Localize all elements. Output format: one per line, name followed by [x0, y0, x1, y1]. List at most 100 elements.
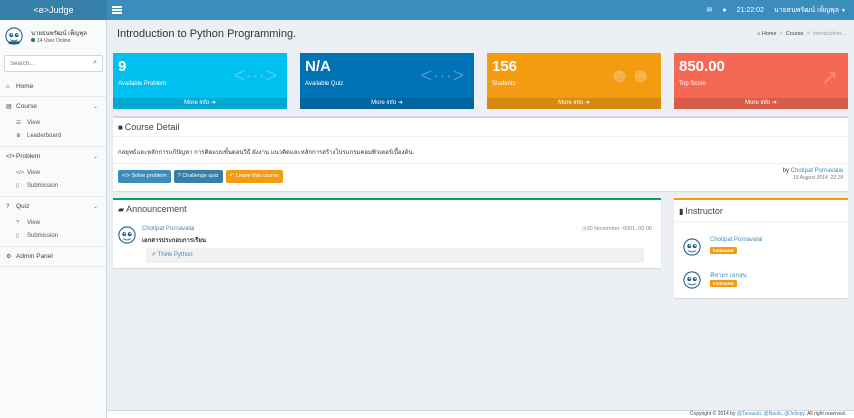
app-logo[interactable]: <e>Judge: [0, 0, 107, 20]
sidebar-item-label: Quiz: [16, 203, 30, 210]
course-detail-title: Course Detail: [124, 122, 180, 132]
sidebar-subitem-course-view[interactable]: ☰ View: [0, 117, 106, 130]
instructor-badge: Instructor: [710, 247, 738, 254]
code-icon: </>: [122, 173, 130, 179]
search-icon[interactable]: ⌕: [93, 59, 97, 67]
avatar: [118, 226, 136, 244]
breadcrumb: ⌂ Home > Course > Introduction...: [757, 31, 846, 37]
stat-tile-problems: 9 Available Problem <···> More info ➔: [113, 53, 287, 109]
tile-value: N/A: [305, 58, 331, 75]
file-icon: ▯: [16, 233, 20, 239]
announcement-author-link[interactable]: Chotipat Pornavalai: [142, 226, 194, 232]
breadcrumb-separator: >: [806, 31, 810, 37]
instructor-role: Instructor: [710, 247, 738, 254]
button-label: Leave this course: [235, 173, 279, 179]
course-date: 19 August 2014, 22:18: [792, 175, 843, 181]
sidebar-item-admin[interactable]: ⚙ Admin Panel: [0, 247, 106, 267]
sidebar-search: ⌕: [4, 55, 103, 72]
instructor-name-link[interactable]: Chotipat Pornavalai: [710, 237, 762, 243]
instructor-badge: Instructor: [710, 280, 738, 287]
sidebar-subitem-label: Leaderboard: [27, 133, 62, 139]
quiz-group: ? Quiz ⌄ ? View ▯ Submission: [0, 197, 106, 247]
more-info-link[interactable]: More info ➔: [300, 98, 474, 109]
sidebar-subitem-quiz-submission[interactable]: ▯ Submission: [0, 230, 106, 243]
sidebar-toggle-icon[interactable]: [112, 6, 122, 14]
sidebar-subitem-problem-submission[interactable]: ▯ Submission: [0, 180, 106, 193]
sidebar-item-quiz[interactable]: ? Quiz ⌄: [0, 197, 106, 217]
author-link[interactable]: @Jellopy: [784, 411, 804, 417]
instructor-header: ▮ Instructor: [679, 206, 723, 216]
sidebar-item-label: Course: [16, 103, 37, 110]
search-input[interactable]: [5, 56, 85, 71]
author-link[interactable]: @Tanasab: [737, 411, 761, 417]
list-icon: ☰: [16, 120, 21, 126]
sidebar-subitem-label: View: [27, 220, 40, 226]
sidebar-subitem-label: View: [27, 120, 40, 126]
divider: [113, 163, 848, 164]
by-prefix: by: [782, 168, 789, 174]
sidebar-subitem-leaderboard[interactable]: ♛ Leaderboard: [0, 130, 106, 143]
question-icon: ?: [6, 204, 10, 210]
course-author-link[interactable]: Chotipat Pornavalai: [791, 168, 843, 174]
file-icon: ▯: [16, 183, 20, 189]
chart-icon: ↗: [821, 67, 838, 89]
leave-course-button[interactable]: ↶ Leave this course: [225, 170, 283, 183]
top-navbar: ✉ ● 21:22:02 นายธนพรัฒน์ เพ็ญพุล ▼: [107, 0, 854, 20]
author-link[interactable]: @Naoki: [764, 411, 782, 417]
more-info-text: More info: [184, 100, 210, 106]
instructor-box: ▮ Instructor Chotipat Pornavalai Instruc…: [674, 198, 848, 298]
instructor-name-link[interactable]: พีชายร เอกสุน: [710, 270, 747, 280]
breadcrumb-separator: >: [779, 31, 783, 37]
book-icon: ▤: [6, 104, 12, 110]
stat-tile-quiz: N/A Available Quiz <···> More info ➔: [300, 53, 474, 109]
online-status: 14 User Online: [31, 38, 70, 44]
sidebar-user-name: นายธนพรัฒน์ เพ็ญพุล: [31, 31, 87, 37]
trophy-icon: ♛: [16, 133, 21, 139]
home-icon: ⌂: [756, 31, 761, 37]
tile-value: 850.00: [679, 58, 725, 75]
stat-tile-top-score: 850.00 Top Score ↗ More info ➔: [674, 53, 848, 109]
sidebar-item-home[interactable]: ⌂ Home: [0, 77, 106, 97]
code-icon: <···>: [233, 65, 277, 87]
online-dot-icon: [31, 38, 35, 42]
external-link-icon: ⇗: [151, 252, 157, 258]
globe-icon[interactable]: ●: [722, 7, 726, 14]
instructor-role: Instructor: [710, 280, 738, 287]
challenge-quiz-button[interactable]: ? Challenge quiz: [173, 170, 223, 183]
tile-label: Available Problem: [118, 81, 167, 87]
home-icon: ⌂: [6, 84, 10, 90]
sidebar: นายธนพรัฒน์ เพ็ญพุล 14 User Online ⌕ ⌂ Ho…: [0, 20, 107, 418]
announcement-date-text: 30 November -0001, 00:00: [586, 226, 652, 232]
announcement-title: Announcement: [126, 204, 187, 214]
sidebar-subitem-label: Submission: [27, 233, 59, 239]
announcement-heading: เอกสารประกอบการเรียน: [142, 238, 206, 244]
announcement-date: ◷30 November -0001, 00:00: [582, 226, 652, 232]
more-info-link[interactable]: More info ➔: [113, 98, 287, 109]
tile-label: Students: [492, 81, 516, 87]
more-info-link[interactable]: More info ➔: [487, 98, 661, 109]
users-icon: ☻☻: [608, 65, 651, 87]
announcement-box: ▰ Announcement Chotipat Pornavalai ◷30 N…: [113, 198, 661, 268]
more-info-link[interactable]: More info ➔: [674, 98, 848, 109]
sidebar-subitem-problem-view[interactable]: </> View: [0, 167, 106, 180]
sidebar-item-problem[interactable]: </>Problem ⌄: [0, 147, 106, 167]
navbar-right: ✉ ● 21:22:02 นายธนพรัฒน์ เพ็ญพุล ▼: [707, 0, 847, 20]
breadcrumb-course[interactable]: Course: [786, 31, 804, 37]
caret-down-icon: ▼: [841, 7, 846, 14]
sidebar-subitem-quiz-view[interactable]: ? View: [0, 217, 106, 230]
rights-text: All right reserved.: [807, 411, 846, 417]
sidebar-item-course[interactable]: ▤ Course ⌄: [0, 97, 106, 117]
user-menu[interactable]: นายธนพรัฒน์ เพ็ญพุล ▼: [774, 5, 846, 16]
course-detail-box: ■ Course Detail กลยุทธ์และหลักการแก้ปัญห…: [113, 116, 848, 191]
divider: [674, 221, 848, 222]
course-author-block: by Chotipat Pornavalai 19 August 2014, 2…: [783, 168, 843, 181]
question-circle-icon: ?: [177, 173, 181, 179]
solve-problem-button[interactable]: </> Solve problem: [118, 170, 171, 183]
tile-label: Available Quiz: [305, 81, 344, 87]
envelope-icon[interactable]: ✉: [707, 6, 713, 14]
think-python-link[interactable]: Think Python: [158, 252, 193, 258]
sidebar-item-label: Home: [16, 83, 34, 90]
course-group: ▤ Course ⌄ ☰ View ♛ Leaderboard: [0, 97, 106, 147]
briefcase-icon: ■: [118, 123, 123, 132]
breadcrumb-home[interactable]: Home: [762, 31, 777, 37]
